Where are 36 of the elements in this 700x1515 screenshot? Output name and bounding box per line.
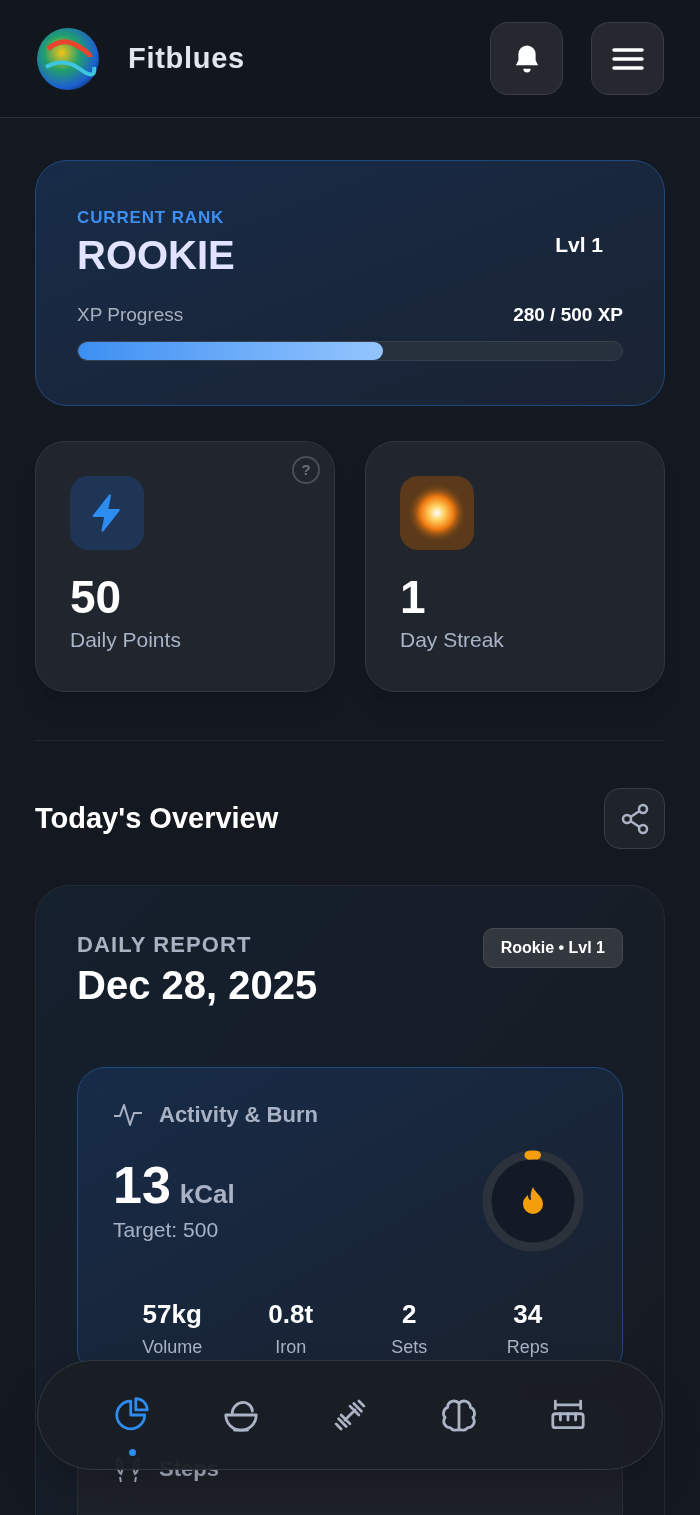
logo-icon bbox=[36, 26, 100, 91]
report-date: Dec 28, 2025 bbox=[77, 962, 318, 1009]
stat-value: 50 bbox=[70, 570, 123, 624]
share-button[interactable] bbox=[604, 788, 665, 849]
help-button[interactable]: ? bbox=[292, 456, 320, 484]
glow-icon bbox=[400, 476, 474, 550]
stat-label: Daily Points bbox=[70, 627, 182, 653]
section-title: Today's Overview bbox=[35, 800, 279, 836]
stat-value: 1 bbox=[400, 570, 427, 624]
calories-unit: kCal bbox=[179, 1178, 235, 1212]
metric-value: 0.8t bbox=[268, 1298, 314, 1331]
menu-button[interactable] bbox=[591, 22, 664, 95]
metric-label: Volume bbox=[142, 1336, 203, 1359]
progress-reading: 280 / 500 XP bbox=[513, 302, 623, 327]
metric-value: 2 bbox=[402, 1298, 417, 1331]
rank-badge: Rookie • Lvl 1 bbox=[482, 928, 623, 968]
report-label: DAILY REPORT bbox=[77, 931, 253, 959]
metric-value: 34 bbox=[513, 1298, 543, 1331]
calories-target: Target: 500 bbox=[113, 1217, 220, 1244]
notifications-button[interactable] bbox=[490, 22, 563, 95]
menu-icon bbox=[611, 46, 644, 71]
metric-value: 57kg bbox=[142, 1298, 202, 1331]
rank-label: CURRENT RANK bbox=[77, 207, 226, 229]
flame-icon bbox=[522, 1186, 544, 1214]
level-text: Lvl 1 bbox=[555, 232, 603, 258]
share-icon bbox=[619, 802, 650, 835]
stat-label: Day Streak bbox=[400, 627, 505, 653]
progress-label: XP Progress bbox=[77, 302, 184, 327]
rank-name: ROOKIE bbox=[77, 231, 235, 279]
metric-label: Iron bbox=[275, 1336, 307, 1359]
activity-title: Activity & Burn bbox=[159, 1101, 318, 1129]
lightning-icon bbox=[70, 476, 144, 550]
calories-value: 13 bbox=[113, 1156, 171, 1215]
metric-label: Sets bbox=[391, 1336, 428, 1359]
metric-label: Reps bbox=[506, 1336, 549, 1359]
app-title: Fitblues bbox=[128, 40, 245, 76]
